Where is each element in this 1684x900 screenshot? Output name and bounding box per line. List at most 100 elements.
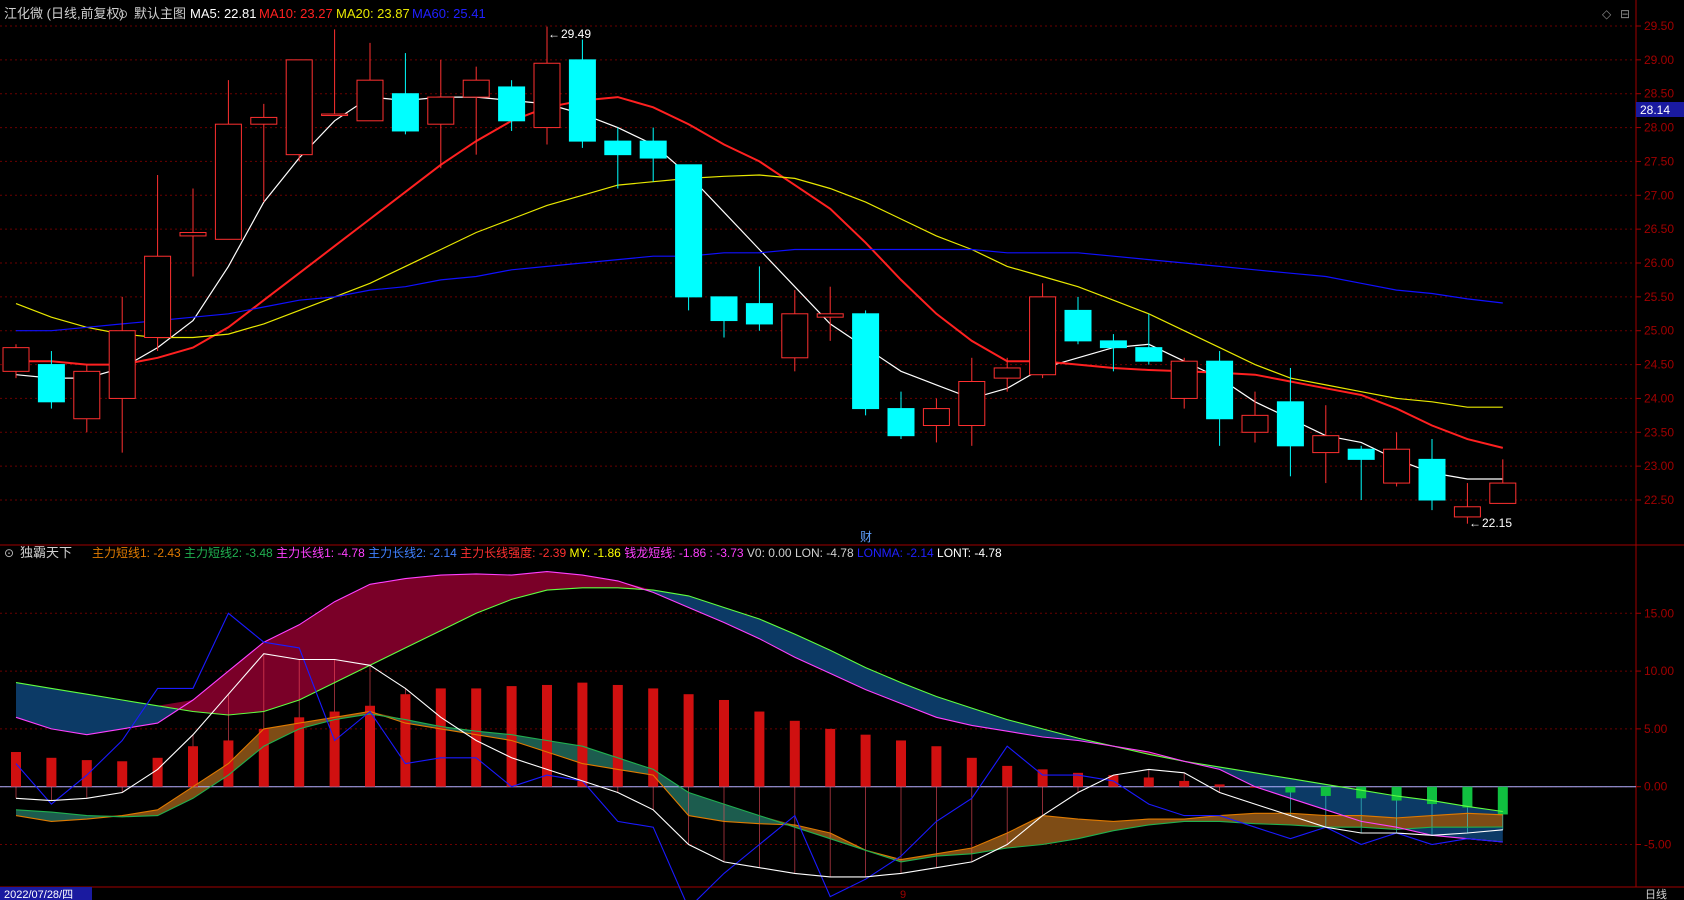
candle-down	[639, 140, 667, 159]
candle-down	[710, 296, 738, 322]
histogram-bar	[1391, 786, 1402, 801]
month-label: 9	[900, 889, 906, 900]
indicator-value-item: 主力长线1: -4.78	[276, 546, 368, 560]
main-grid	[0, 25, 1636, 501]
histogram-bar	[719, 699, 729, 787]
candle-up	[73, 370, 101, 420]
main-panel-name[interactable]: 默认主图	[134, 6, 186, 21]
histogram-bar	[1179, 780, 1190, 787]
financial-report-marker[interactable]: 财	[860, 530, 872, 544]
ma5-label: MA5: 22.81	[190, 6, 257, 21]
indicator-value-item: 主力短线1: -2.43	[92, 546, 184, 560]
histogram-bar	[1143, 777, 1154, 787]
candle-up	[2, 347, 30, 372]
indicator-axis: -5.00 0.00 5.00 10.00 15.00	[1636, 606, 1674, 852]
price-tick-label: 26.50	[1644, 222, 1674, 236]
candle-down	[1418, 458, 1446, 501]
candle-down	[37, 364, 65, 403]
histogram-bar	[1356, 786, 1367, 799]
candle-up	[1312, 435, 1340, 454]
candle-up	[1489, 482, 1517, 504]
price-tick-label: 24.50	[1644, 358, 1674, 372]
indicator-values: 主力短线1: -2.43 主力短线2: -3.48 主力长线1: -4.78 主…	[92, 545, 1002, 560]
candle-up	[179, 232, 207, 237]
indicator-panel-name[interactable]: 独霸天下	[20, 545, 72, 560]
histogram-bar	[1214, 784, 1225, 787]
stock-chart: 22.50 23.00 23.50 24.00 24.50 25.00 25.50 26.00…	[0, 0, 1684, 900]
indicator-toggle-icon[interactable]: ⊙	[4, 546, 14, 560]
candle-up	[250, 116, 278, 125]
histogram-bar	[754, 711, 765, 787]
low-price-label: 22.15	[1482, 516, 1512, 530]
price-tick-label: 27.00	[1644, 188, 1674, 202]
price-tick-label: 28.50	[1644, 87, 1674, 101]
candle-up	[321, 113, 349, 117]
histogram-bar	[860, 734, 871, 787]
diamond-icon[interactable]: ◇	[1602, 7, 1612, 21]
indicator-tick-label: 15.00	[1644, 606, 1674, 620]
histogram-bar	[1320, 786, 1331, 796]
candle-up	[816, 313, 844, 318]
indicator-value-item: LONMA: -2.14	[857, 546, 937, 560]
candle-down	[1135, 347, 1163, 362]
price-tick-label: 27.50	[1644, 154, 1674, 168]
indicator-layer	[0, 571, 1636, 900]
price-tick-label: 23.50	[1644, 425, 1674, 439]
histogram-bar	[400, 694, 411, 787]
ma60-label: MA60: 25.41	[412, 6, 486, 21]
price-tick-label: 22.50	[1644, 493, 1674, 507]
window-toggle-icon[interactable]: ⊟	[1620, 7, 1630, 21]
candle-layer	[2, 26, 1517, 524]
candle-up	[1241, 414, 1269, 433]
candle-up	[285, 59, 313, 156]
histogram-bar	[612, 684, 623, 787]
high-marker: ←	[548, 27, 560, 41]
price-tick-label: 23.00	[1644, 459, 1674, 473]
period-label[interactable]: 日线	[1645, 887, 1667, 900]
candle-up	[922, 408, 950, 427]
panel-toggle-icon[interactable]: ⊙	[118, 7, 128, 21]
price-tick-label: 28.00	[1644, 121, 1674, 135]
candle-down	[1099, 340, 1127, 349]
indicator-value-item: 主力长线2: -2.14	[368, 546, 460, 560]
date-label: 2022/07/28/四	[4, 889, 73, 900]
histogram-bar	[577, 682, 588, 787]
candle-up	[1170, 360, 1198, 399]
candle-down	[675, 164, 703, 298]
histogram-bar	[46, 757, 57, 787]
indicator-value-item: MY: -1.86	[569, 546, 624, 560]
stock-title[interactable]: 江化微 (日线,前复权)	[4, 6, 124, 21]
candle-down	[745, 303, 773, 325]
current-price-value: 28.14	[1640, 103, 1670, 117]
candle-up	[1029, 296, 1057, 376]
histogram-bar	[117, 761, 128, 787]
histogram-bar	[11, 752, 21, 787]
candle-up	[427, 96, 455, 125]
candle-down	[1276, 401, 1304, 447]
price-tick-label: 29.50	[1644, 19, 1674, 33]
candle-up	[144, 255, 172, 338]
histogram-bar	[896, 740, 906, 787]
histogram-bar	[966, 757, 977, 787]
indicator-header: ⊙ 独霸天下 主力短线1: -2.43 主力短线2: -3.48 主力长线1: …	[4, 545, 1002, 560]
main-price-axis: 22.50 23.00 23.50 24.00 24.50 25.00 25.50 26.00…	[1636, 19, 1674, 507]
histogram-bar	[542, 684, 552, 787]
candle-up	[781, 313, 809, 359]
candle-up	[993, 367, 1021, 379]
histogram-bar	[1462, 786, 1473, 808]
indicator-value-item: 主力短线2: -3.48	[184, 546, 276, 560]
histogram-bar	[789, 720, 800, 787]
high-price-label: 29.49	[561, 27, 591, 41]
indicator-value-item: 钱龙短线: -1.86 : -3.73	[624, 545, 747, 560]
histogram-bar	[258, 728, 269, 787]
histogram-bar	[506, 686, 517, 787]
histogram-bar	[825, 728, 836, 787]
indicator-tick-label: 10.00	[1644, 664, 1674, 678]
histogram-bar	[1497, 786, 1508, 815]
candle-down	[852, 313, 880, 410]
candle-up	[533, 62, 561, 129]
indicator-value-item: LONT: -4.78	[937, 546, 1002, 560]
candle-up	[462, 79, 490, 98]
indicator-tick-label: -5.00	[1644, 838, 1672, 852]
ma10-label: MA10: 23.27	[259, 6, 333, 21]
